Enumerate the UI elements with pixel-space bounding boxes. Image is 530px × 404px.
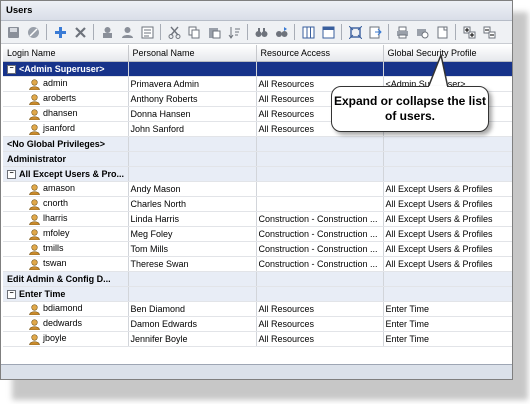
callout-pointer-cover — [429, 86, 447, 89]
